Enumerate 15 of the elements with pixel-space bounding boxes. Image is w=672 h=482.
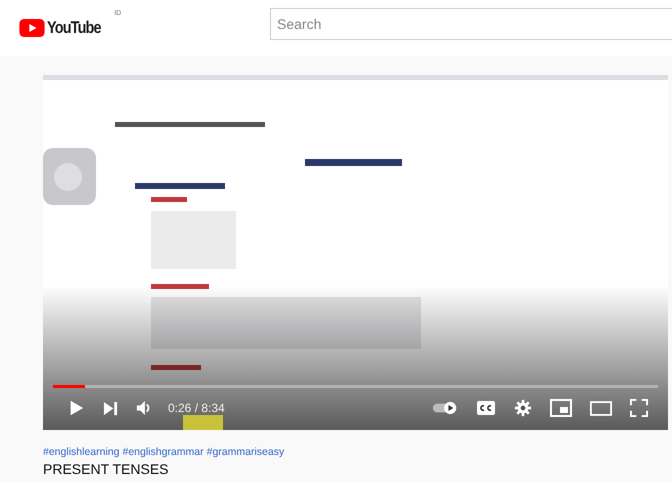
hashtag-link[interactable]: #englishgrammar <box>122 446 204 458</box>
autoplay-toggle[interactable] <box>432 401 458 415</box>
video-title: PRESENT TENSES <box>43 461 170 477</box>
volume-icon[interactable] <box>136 400 152 416</box>
hashtag-link[interactable]: #grammariseasy <box>206 446 284 458</box>
play-logo-icon[interactable] <box>19 19 45 37</box>
search-field[interactable]: Search <box>270 8 672 40</box>
logo-text[interactable]: YouTube <box>47 18 101 38</box>
hashtag-link[interactable]: #englishlearning <box>43 446 120 458</box>
miniplayer-icon[interactable] <box>550 399 572 417</box>
next-icon[interactable] <box>103 400 118 416</box>
time-display: 0:26 / 8:34 <box>168 401 225 415</box>
captions-icon[interactable] <box>476 400 496 416</box>
fullscreen-icon[interactable] <box>630 399 648 417</box>
theater-mode-icon[interactable] <box>590 400 612 416</box>
